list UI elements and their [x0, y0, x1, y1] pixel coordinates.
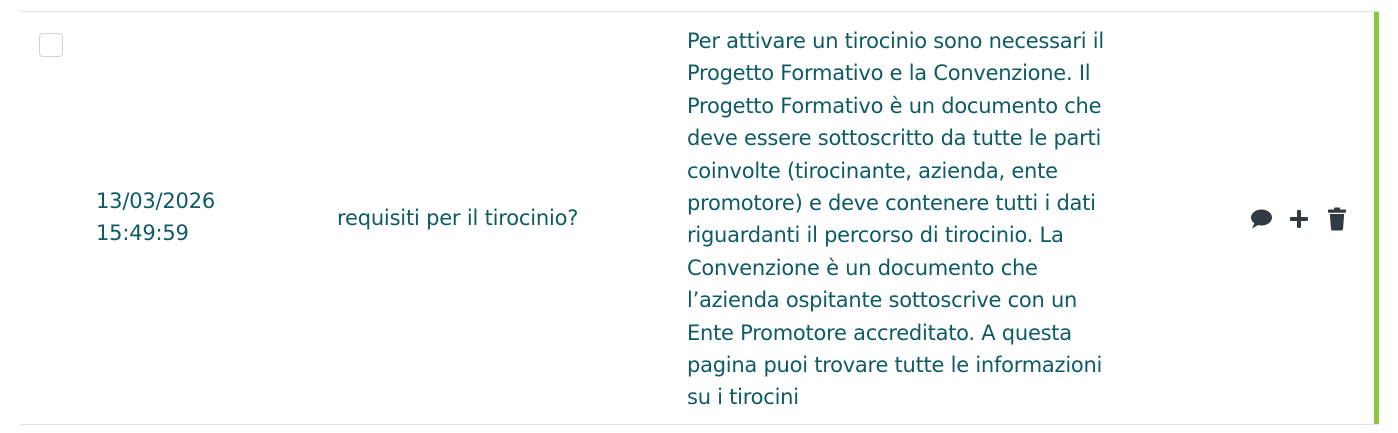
status-accent-bar: [1374, 12, 1379, 424]
question-cell: requisiti per il tirocinio?: [337, 206, 579, 230]
comment-icon[interactable]: [1247, 205, 1275, 233]
date-cell: 13/03/2026 15:49:59: [96, 185, 215, 249]
answer-cell: Per attivare un tirocinio sono necessari…: [687, 29, 1104, 410]
time-value: 15:49:59: [96, 221, 189, 245]
date-value: 13/03/2026: [96, 189, 216, 213]
row-actions: [1247, 205, 1361, 233]
plus-icon[interactable]: [1285, 205, 1313, 233]
row-checkbox[interactable]: [39, 33, 63, 57]
trash-icon[interactable]: [1323, 205, 1351, 233]
table-row: 13/03/2026 15:49:59 requisiti per il tir…: [20, 11, 1379, 425]
